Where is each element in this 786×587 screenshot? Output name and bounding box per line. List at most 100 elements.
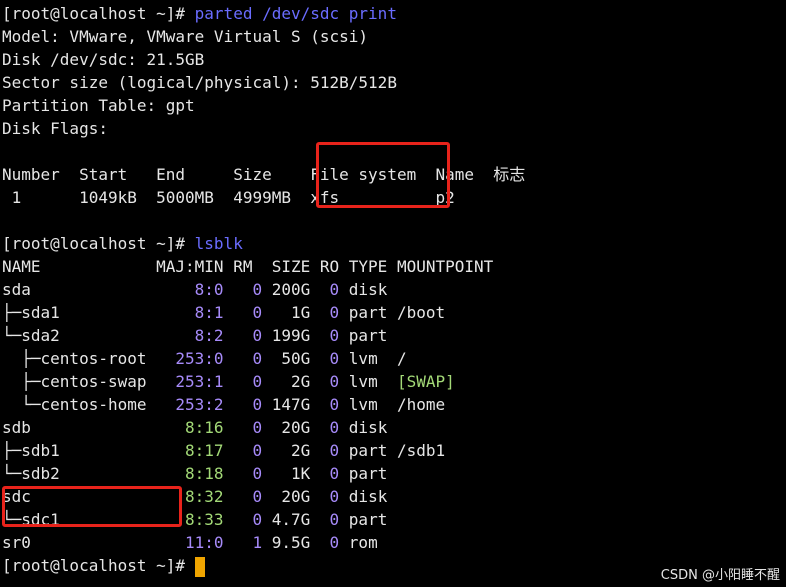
lsblk-row: ├─centos-swap 253:1 0 2G 0 lvm [SWAP] — [2, 370, 784, 393]
lsblk-type: part — [348, 441, 397, 460]
lsblk-ro: 0 — [319, 464, 349, 483]
lsblk-majmin: 8:1 — [156, 303, 224, 322]
lsblk-ro: 0 — [319, 372, 349, 391]
lsblk-row: ├─sda1 8:1 0 1G 0 part /boot — [2, 301, 784, 324]
lsblk-majmin: 253:1 — [156, 372, 224, 391]
lsblk-type: lvm — [348, 349, 397, 368]
lsblk-ro: 0 — [319, 441, 349, 460]
lsblk-type: disk — [348, 418, 397, 437]
prompt-line-1: [root@localhost ~]# parted /dev/sdc prin… — [2, 2, 784, 25]
lsblk-size: 4.7G — [262, 510, 320, 529]
parted-partition-table: Partition Table: gpt — [2, 96, 195, 115]
lsblk-rm: 0 — [223, 349, 263, 368]
lsblk-ro: 0 — [319, 395, 349, 414]
lsblk-row: └─sdb2 8:18 0 1K 0 part — [2, 462, 784, 485]
lsblk-name: └─centos-home — [2, 395, 157, 414]
parted-disk-flags: Disk Flags: — [2, 119, 108, 138]
prompt-line-2: [root@localhost ~]# lsblk — [2, 232, 784, 255]
lsblk-size: 2G — [262, 441, 320, 460]
lsblk-size: 20G — [262, 418, 320, 437]
lsblk-mount: / — [396, 349, 407, 368]
terminal-cursor — [194, 556, 205, 577]
lsblk-name: sdb — [2, 418, 157, 437]
lsblk-header: NAME MAJ:MIN RM SIZE RO TYPE MOUNTPOINT — [2, 257, 494, 276]
lsblk-rm: 0 — [223, 418, 263, 437]
lsblk-rm: 0 — [223, 510, 263, 529]
lsblk-table: sda 8:0 0 200G 0 disk ├─sda1 8:1 0 1G 0 … — [2, 278, 784, 554]
lsblk-size: 2G — [262, 372, 320, 391]
parted-disk: Disk /dev/sdc: 21.5GB — [2, 50, 205, 69]
lsblk-name: ├─centos-root — [2, 349, 157, 368]
shell-prompt: [root@localhost ~]# — [2, 4, 195, 23]
lsblk-size: 50G — [262, 349, 320, 368]
lsblk-type: part — [348, 326, 397, 345]
lsblk-majmin: 8:2 — [156, 326, 224, 345]
lsblk-name: └─sdb2 — [2, 464, 157, 483]
lsblk-majmin: 8:33 — [156, 510, 224, 529]
lsblk-majmin: 11:0 — [156, 533, 224, 552]
lsblk-size: 9.5G — [262, 533, 320, 552]
lsblk-size: 20G — [262, 487, 320, 506]
lsblk-mount: [SWAP] — [396, 372, 455, 391]
lsblk-row: └─sda2 8:2 0 199G 0 part — [2, 324, 784, 347]
lsblk-type: disk — [348, 280, 397, 299]
lsblk-rm: 0 — [223, 487, 263, 506]
lsblk-size: 199G — [262, 326, 320, 345]
lsblk-name: ├─sda1 — [2, 303, 157, 322]
lsblk-ro: 0 — [319, 326, 349, 345]
lsblk-size: 200G — [262, 280, 320, 299]
lsblk-majmin: 8:16 — [156, 418, 224, 437]
lsblk-majmin: 8:17 — [156, 441, 224, 460]
lsblk-row: └─centos-home 253:2 0 147G 0 lvm /home — [2, 393, 784, 416]
lsblk-rm: 0 — [223, 464, 263, 483]
lsblk-rm: 1 — [223, 533, 263, 552]
lsblk-ro: 0 — [319, 487, 349, 506]
lsblk-row: sda 8:0 0 200G 0 disk — [2, 278, 784, 301]
shell-prompt: [root@localhost ~]# — [2, 234, 195, 253]
command-text: parted /dev/sdc print — [194, 4, 397, 23]
lsblk-rm: 0 — [223, 372, 263, 391]
lsblk-name: └─sdc1 — [2, 510, 157, 529]
lsblk-row: └─sdc1 8:33 0 4.7G 0 part — [2, 508, 784, 531]
lsblk-rm: 0 — [223, 441, 263, 460]
lsblk-type: rom — [348, 533, 397, 552]
lsblk-majmin: 253:0 — [156, 349, 224, 368]
lsblk-ro: 0 — [319, 533, 349, 552]
lsblk-name: sr0 — [2, 533, 157, 552]
lsblk-row: sr0 11:0 1 9.5G 0 rom — [2, 531, 784, 554]
parted-table-row: 1 1049kB 5000MB 4999MB xfs p2 — [2, 188, 455, 207]
shell-prompt: [root@localhost ~]# — [2, 556, 195, 575]
lsblk-rm: 0 — [223, 326, 263, 345]
lsblk-ro: 0 — [319, 280, 349, 299]
lsblk-majmin: 8:18 — [156, 464, 224, 483]
command-text: lsblk — [194, 234, 243, 253]
lsblk-majmin: 253:2 — [156, 395, 224, 414]
lsblk-type: part — [348, 303, 397, 322]
lsblk-row: ├─sdb1 8:17 0 2G 0 part /sdb1 — [2, 439, 784, 462]
lsblk-ro: 0 — [319, 303, 349, 322]
lsblk-ro: 0 — [319, 510, 349, 529]
lsblk-rm: 0 — [223, 280, 263, 299]
lsblk-type: part — [348, 510, 397, 529]
lsblk-type: lvm — [348, 395, 397, 414]
lsblk-size: 147G — [262, 395, 320, 414]
lsblk-type: lvm — [348, 372, 397, 391]
lsblk-row: sdc 8:32 0 20G 0 disk — [2, 485, 784, 508]
lsblk-rm: 0 — [223, 395, 263, 414]
lsblk-name: sdc — [2, 487, 157, 506]
lsblk-rm: 0 — [223, 303, 263, 322]
lsblk-ro: 0 — [319, 349, 349, 368]
watermark-text: CSDN @小阳睡不醒 — [660, 568, 780, 583]
terminal-output[interactable]: [root@localhost ~]# parted /dev/sdc prin… — [2, 2, 784, 577]
lsblk-name: └─sda2 — [2, 326, 157, 345]
lsblk-name: ├─sdb1 — [2, 441, 157, 460]
lsblk-type: disk — [348, 487, 397, 506]
lsblk-mount: /sdb1 — [396, 441, 446, 460]
lsblk-size: 1K — [262, 464, 320, 483]
lsblk-name: sda — [2, 280, 157, 299]
lsblk-row: sdb 8:16 0 20G 0 disk — [2, 416, 784, 439]
lsblk-mount: /boot — [396, 303, 446, 322]
lsblk-size: 1G — [262, 303, 320, 322]
